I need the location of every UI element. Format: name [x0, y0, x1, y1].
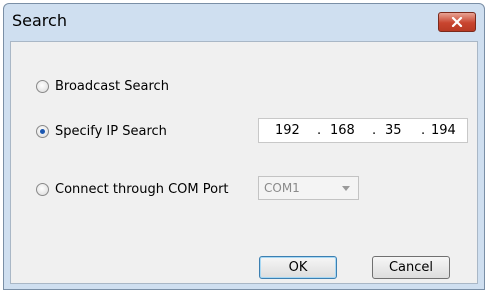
specify-ip-search-radio[interactable] [36, 125, 49, 138]
com-port-radio[interactable] [36, 183, 49, 196]
dialog-body: Broadcast Search Specify IP Search 192 .… [10, 41, 478, 284]
search-dialog: Search Broadcast Search Specify IP Searc… [3, 3, 485, 290]
close-button[interactable] [438, 12, 476, 32]
broadcast-search-radio[interactable] [36, 80, 49, 93]
ip-octet-1[interactable]: 192 [275, 123, 300, 138]
radio-selected-dot [40, 129, 45, 134]
ip-separator: . [421, 123, 426, 138]
ip-address-input[interactable]: 192 . 168 . 35 . 194 [258, 118, 468, 143]
ok-button[interactable]: OK [259, 256, 337, 279]
com-port-value: COM1 [264, 181, 300, 195]
ip-separator: . [372, 123, 377, 138]
close-icon [451, 17, 463, 27]
dialog-title: Search [12, 11, 67, 30]
ip-octet-4[interactable]: 194 [431, 123, 456, 138]
ip-separator: . [317, 123, 322, 138]
chevron-down-icon [342, 186, 350, 191]
specify-ip-search-label: Specify IP Search [55, 124, 167, 139]
ip-octet-2[interactable]: 168 [330, 123, 355, 138]
cancel-button[interactable]: Cancel [372, 256, 450, 279]
ip-octet-3[interactable]: 35 [385, 123, 402, 138]
specify-ip-search-option[interactable]: Specify IP Search [36, 124, 167, 139]
com-port-option[interactable]: Connect through COM Port [36, 182, 229, 197]
com-port-label: Connect through COM Port [55, 182, 229, 197]
com-port-select[interactable]: COM1 [258, 176, 359, 200]
broadcast-search-option[interactable]: Broadcast Search [36, 79, 169, 94]
title-bar[interactable]: Search [4, 4, 484, 42]
broadcast-search-label: Broadcast Search [55, 79, 169, 94]
